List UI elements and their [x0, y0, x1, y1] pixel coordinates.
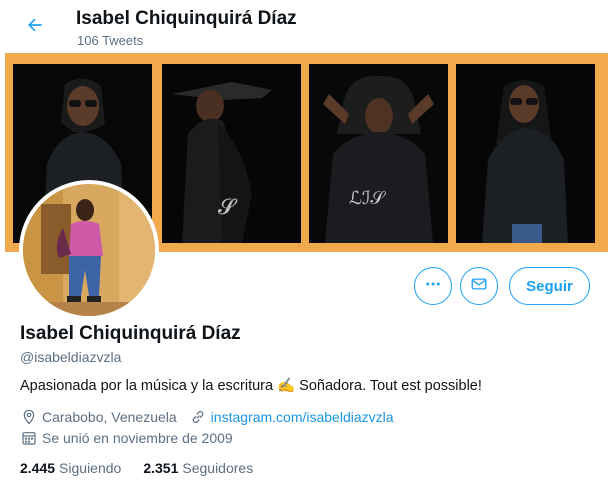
profile-website-link[interactable]: instagram.com/isabeldiazvzla: [211, 409, 394, 425]
envelope-icon: [470, 275, 488, 298]
svg-text:𝓢: 𝓢: [218, 195, 238, 220]
profile-meta: Carabobo, Venezuela instagram.com/isabel…: [20, 408, 394, 426]
avatar-photo: [23, 184, 155, 316]
link-icon: [189, 408, 207, 426]
follow-button[interactable]: Seguir: [509, 267, 590, 305]
following-label: Siguiendo: [59, 460, 122, 476]
arrow-left-icon: [25, 15, 45, 40]
profile-bio: Apasionada por la música y la escritura …: [20, 378, 482, 394]
followers-stat[interactable]: 2.351 Seguidores: [143, 460, 253, 476]
followers-label: Seguidores: [182, 460, 254, 476]
more-icon: [424, 275, 442, 298]
banner-photo: 𝓢: [162, 64, 301, 243]
profile-handle: @isabeldiazvzla: [20, 349, 122, 365]
banner-photo: [456, 64, 595, 243]
profile-joined-row: Se unió en noviembre de 2009: [20, 429, 233, 447]
profile-location: Carabobo, Venezuela: [42, 409, 177, 425]
banner-photo: ℒℐ𝒮: [309, 64, 448, 243]
followers-count: 2.351: [143, 460, 179, 476]
svg-text:ℒℐ𝒮: ℒℐ𝒮: [349, 188, 386, 209]
following-stat[interactable]: 2.445 Siguiendo: [20, 460, 121, 476]
profile-avatar[interactable]: [19, 180, 159, 320]
profile-header: Isabel Chiquinquirá Díaz 106 Tweets: [0, 0, 608, 53]
profile-stats: 2.445 Siguiendo 2.351 Seguidores: [20, 460, 275, 476]
profile-name: Isabel Chiquinquirá Díaz: [20, 323, 241, 344]
calendar-icon: [20, 429, 38, 447]
following-count: 2.445: [20, 460, 56, 476]
location-pin-icon: [20, 408, 38, 426]
more-button[interactable]: [414, 267, 452, 305]
header-title: Isabel Chiquinquirá Díaz: [76, 8, 297, 29]
profile-joined: Se unió en noviembre de 2009: [42, 430, 233, 446]
message-button[interactable]: [460, 267, 498, 305]
tweet-count: 106 Tweets: [77, 33, 144, 48]
back-button[interactable]: [20, 12, 50, 42]
